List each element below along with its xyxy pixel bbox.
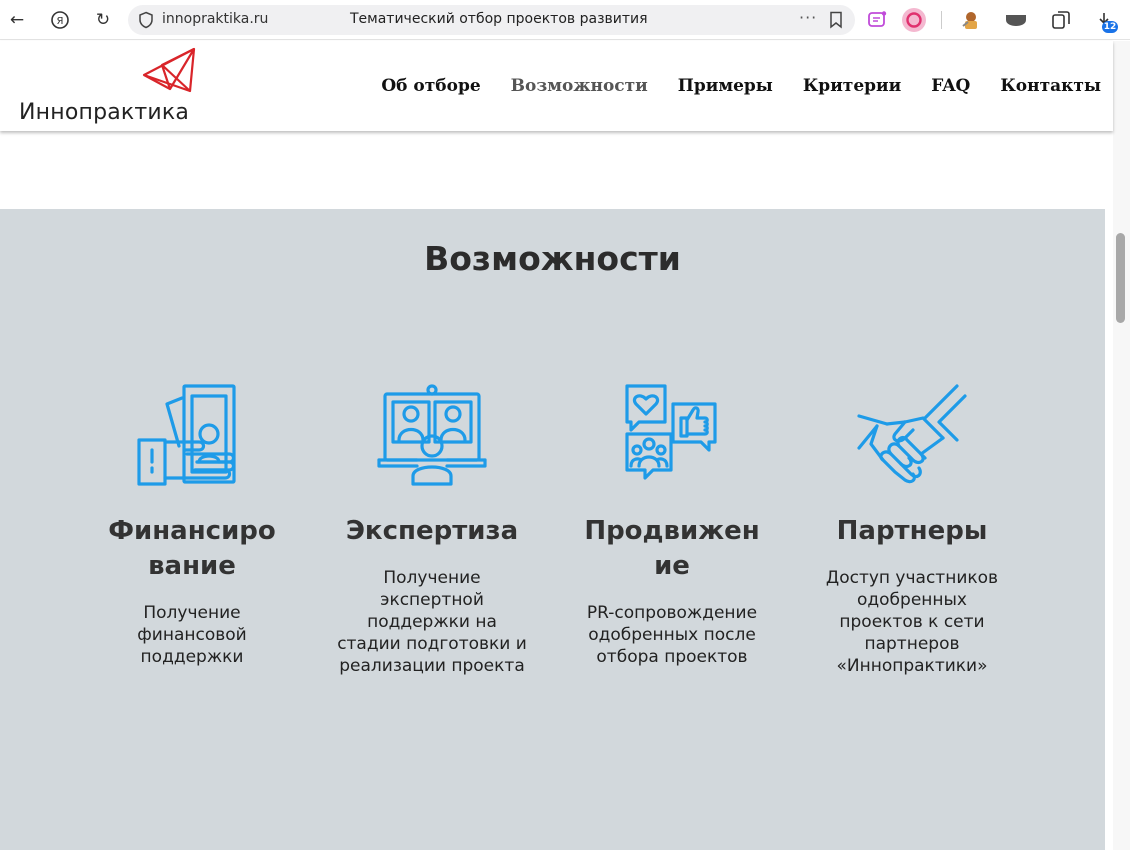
browser-toolbar: ← Я ↻ innopraktika.ru Тематический отбор… — [0, 0, 1130, 40]
card-description: Доступ участников одобренных проектов к … — [825, 568, 999, 676]
address-bar[interactable]: innopraktika.ru Тематический отбор проек… — [128, 5, 855, 35]
opportunities-section: Возможности Финансиро вание Получение фи… — [0, 209, 1105, 850]
card-title: Финансиро вание — [108, 516, 276, 581]
more-icon[interactable]: ··· — [799, 8, 817, 27]
menu-item-faq[interactable]: FAQ — [931, 76, 970, 96]
bookmark-icon[interactable] — [828, 11, 844, 29]
menu-item-opportunities[interactable]: Возможности — [511, 76, 648, 96]
card-description: Получение финансовой поддержки — [137, 603, 247, 667]
card-financing: Финансиро вание Получение финансовой под… — [97, 384, 287, 668]
innopraktika-logo-icon[interactable] — [140, 45, 198, 93]
social-feedback-icon — [625, 384, 717, 480]
alice-icon[interactable] — [901, 7, 927, 33]
toolbar-separator — [941, 11, 942, 29]
menu-item-contacts[interactable]: Контакты — [1000, 76, 1101, 96]
downloads-badge: 12 — [1102, 21, 1118, 33]
back-icon[interactable]: ← — [4, 7, 30, 33]
scrollbar-thumb[interactable] — [1116, 233, 1125, 323]
card-promotion: Продвижен ие PR-сопровождение одобренных… — [577, 384, 767, 668]
collections-icon[interactable] — [1003, 7, 1029, 33]
tab-title: Тематический отбор проектов развития — [350, 11, 648, 27]
video-conference-icon — [377, 384, 487, 486]
card-title: Экспертиза — [345, 516, 519, 546]
extension-icon[interactable] — [958, 7, 984, 33]
card-title: Партнеры — [836, 516, 988, 546]
card-description: PR-сопровождение одобренных после отбора… — [586, 603, 758, 667]
money-hand-icon — [137, 384, 236, 486]
tabs-icon[interactable] — [1048, 7, 1074, 33]
menu-item-examples[interactable]: Примеры — [678, 76, 773, 96]
svg-text:Я: Я — [57, 16, 64, 27]
card-title: Продвижен ие — [584, 516, 760, 581]
card-partners: Партнеры Доступ участников одобренных пр… — [817, 384, 1007, 677]
menu-item-about[interactable]: Об отборе — [381, 76, 480, 96]
logo-text[interactable]: Иннопрактика — [19, 100, 189, 125]
scrollbar-track[interactable] — [1113, 41, 1130, 850]
section-title: Возможности — [424, 239, 681, 278]
card-expertise: Экспертиза Получение экспертной поддержк… — [337, 384, 527, 677]
main-menu: Об отборе Возможности Примеры Критерии F… — [351, 76, 1101, 96]
site-header: Иннопрактика Об отборе Возможности Приме… — [0, 41, 1113, 131]
handshake-icon — [857, 384, 967, 484]
url-text[interactable]: innopraktika.ru — [162, 11, 268, 27]
shield-icon[interactable] — [137, 11, 155, 29]
ai-chat-icon[interactable] — [864, 7, 890, 33]
reload-icon[interactable]: ↻ — [90, 7, 116, 33]
menu-item-criteria[interactable]: Критерии — [803, 76, 901, 96]
yandex-icon[interactable]: Я — [47, 7, 73, 33]
card-description: Получение экспертной поддержки на стадии… — [337, 568, 527, 676]
